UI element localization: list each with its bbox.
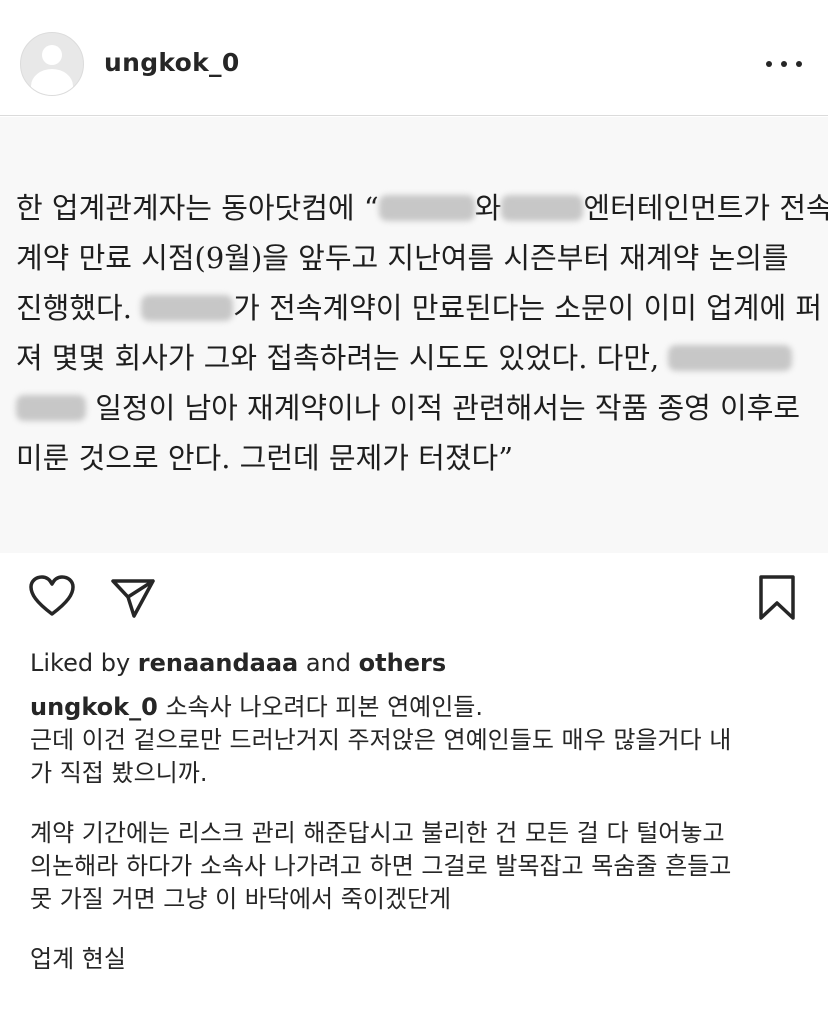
scanned-text-fragment: 가 전속계약이 만료된다는 소문이 이미 업계에 퍼 <box>233 291 823 325</box>
likes-summary: Liked by renaandaaa and others <box>30 648 446 678</box>
redacted-name-blur <box>141 295 234 321</box>
redacted-name-blur <box>378 195 475 221</box>
scanned-article-text: 한 업계관계자는 동아닷컴에 “ 와 엔터테인먼트가 전속계약 만료 시점(9월)을… <box>16 183 828 483</box>
scanned-text-fragment: 진행했다. <box>16 291 142 325</box>
post-header: ungkok_0 <box>0 0 828 116</box>
send-icon[interactable] <box>110 575 156 619</box>
caption-line: 계약 기간에는 리스크 관리 해준답시고 불리한 건 모든 걸 다 털어놓고 <box>30 819 725 847</box>
caption-line: 의논해라 하다가 소속사 나가려고 하면 그걸로 발목잡고 목숨줄 흔들고 <box>30 852 732 880</box>
likes-prefix: Liked by <box>30 649 138 677</box>
caption-paragraph-gap <box>30 916 810 943</box>
redacted-name-blur <box>668 345 793 371</box>
caption-line: 업계 현실 <box>30 945 126 973</box>
scanned-text-line: 계약 만료 시점(9월)을 앞두고 지난여름 시즌부터 재계약 논의를 <box>16 233 816 283</box>
more-dot <box>766 61 772 67</box>
post-caption: ungkok_0 소속사 나오려다 피본 연예인들. 근데 이건 겉으로만 드러… <box>30 691 810 976</box>
more-dot <box>781 61 787 67</box>
scanned-text-line: 일정이 남아 재계약이나 이적 관련해서는 작품 종영 이후로 <box>16 383 816 433</box>
scanned-text-line: 져 몇몇 회사가 그와 접촉하려는 시도도 있었다. 다만, <box>16 333 816 383</box>
scanned-text-fragment: 한 업계관계자는 동아닷컴에 “ <box>16 191 379 225</box>
scanned-text-fragment: 계약 만료 시점(9월)을 앞두고 지난여름 시즌부터 재계약 논의를 <box>16 241 789 275</box>
scanned-text-fragment: 엔터테인먼트가 전속 <box>583 191 828 225</box>
scanned-text-fragment: 져 몇몇 회사가 그와 접촉하려는 시도도 있었다. 다만, <box>16 341 669 375</box>
caption-text: 소속사 나오려다 피본 연예인들. <box>157 693 484 721</box>
scanned-text-fragment: 와 <box>474 191 502 225</box>
likes-others-link[interactable]: others <box>359 649 446 677</box>
scanned-text-line: 한 업계관계자는 동아닷컴에 “ 와 엔터테인먼트가 전속 <box>16 183 828 233</box>
post-username[interactable]: ungkok_0 <box>104 48 240 78</box>
avatar[interactable] <box>20 32 84 96</box>
bookmark-icon[interactable] <box>756 574 798 622</box>
likes-middle: and <box>298 649 359 677</box>
post-image[interactable]: 한 업계관계자는 동아닷컴에 “ 와 엔터테인먼트가 전속계약 만료 시점(9월)을… <box>0 117 828 553</box>
more-dot <box>796 61 802 67</box>
scanned-text-fragment: 일정이 남아 재계약이나 이적 관련해서는 작품 종영 이후로 <box>86 391 801 425</box>
heart-icon[interactable] <box>28 574 76 618</box>
redacted-name-blur <box>16 395 86 421</box>
caption-line: 못 가질 거면 그냥 이 바닥에서 죽이겠단게 <box>30 885 452 913</box>
caption-line: 근데 이건 겉으로만 드러난거지 주저앉은 연예인들도 매우 많을거다 내 <box>30 726 732 754</box>
action-bar <box>0 572 828 628</box>
redacted-name-blur <box>501 195 584 221</box>
avatar-head <box>42 45 62 65</box>
more-horizontal-icon[interactable] <box>766 58 802 70</box>
avatar-body <box>31 69 73 95</box>
scanned-text-line: 진행했다. 가 전속계약이 만료된다는 소문이 이미 업계에 퍼 <box>16 283 822 333</box>
caption-username[interactable]: ungkok_0 <box>30 693 158 721</box>
scanned-text-line: 미룬 것으로 안다. 그런데 문제가 터졌다” <box>16 433 816 483</box>
caption-first-line: ungkok_0 소속사 나오려다 피본 연예인들. <box>30 691 810 724</box>
likes-user-link[interactable]: renaandaaa <box>138 649 298 677</box>
scanned-text-fragment: 미룬 것으로 안다. 그런데 문제가 터졌다” <box>16 441 514 475</box>
caption-paragraph-gap <box>30 790 810 817</box>
caption-line: 가 직접 봤으니까. <box>30 759 208 787</box>
